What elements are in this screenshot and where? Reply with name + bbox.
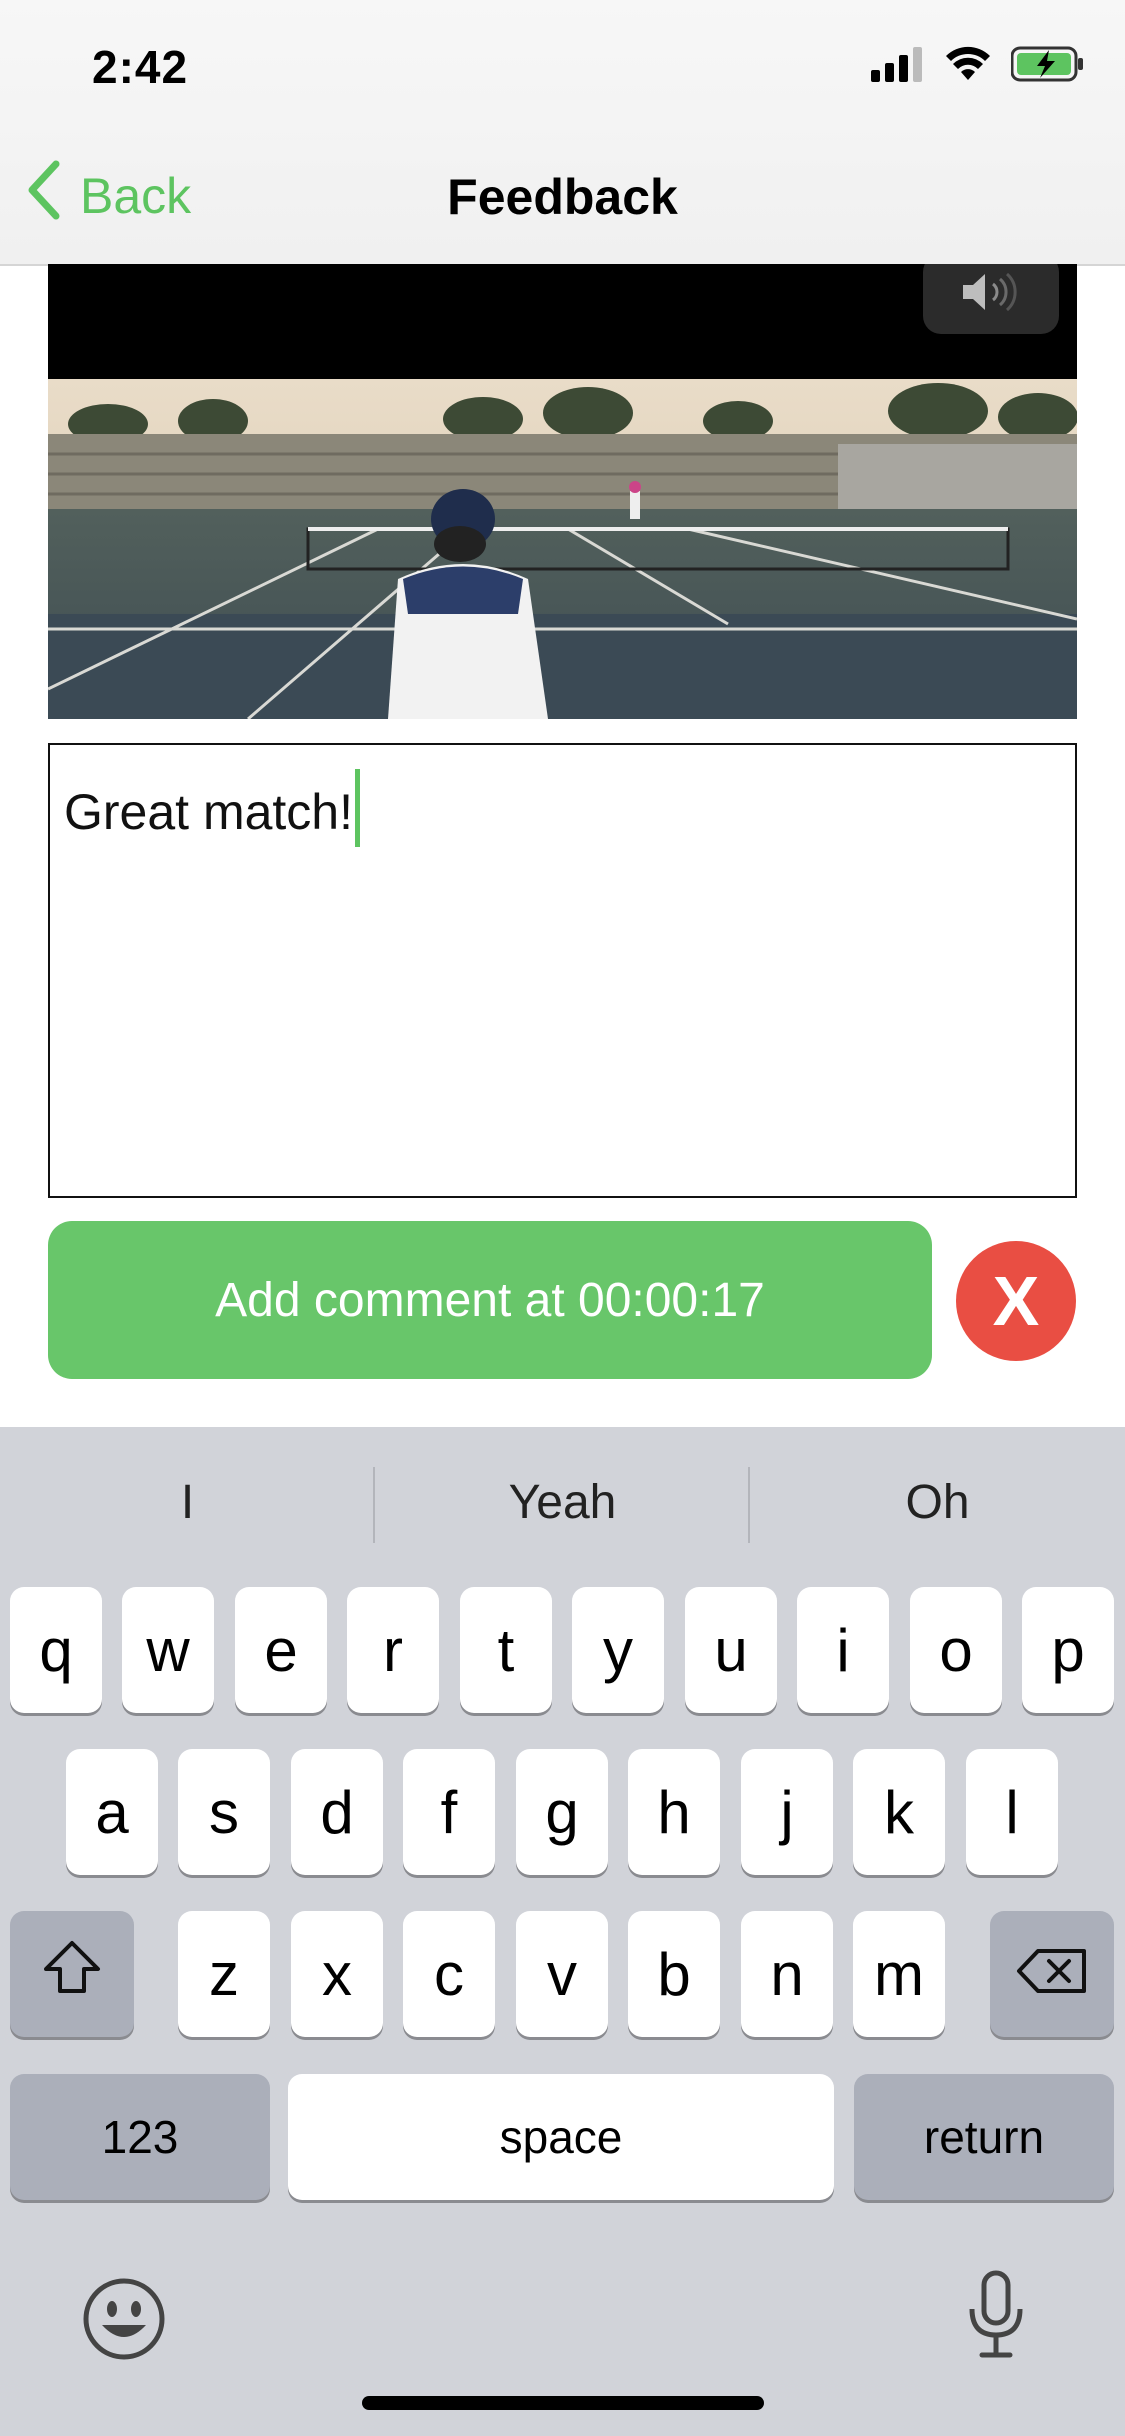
mute-button[interactable] xyxy=(923,264,1059,334)
key-s[interactable]: s xyxy=(178,1749,270,1875)
key-w[interactable]: w xyxy=(122,1587,214,1713)
video-frame-image xyxy=(48,379,1077,719)
suggestion-2[interactable]: Yeah xyxy=(375,1427,750,1577)
suggestion-1[interactable]: I xyxy=(0,1427,375,1577)
key-c[interactable]: c xyxy=(403,1911,495,2037)
key-h[interactable]: h xyxy=(628,1749,720,1875)
microphone-icon xyxy=(966,2270,1026,2365)
key-g[interactable]: g xyxy=(516,1749,608,1875)
shift-icon xyxy=(42,1939,102,2009)
shift-key[interactable] xyxy=(10,1911,134,2037)
key-v[interactable]: v xyxy=(516,1911,608,2037)
comment-text-wrapper: Great match! xyxy=(64,769,360,847)
home-indicator[interactable] xyxy=(362,2396,764,2410)
signal-icon xyxy=(871,46,925,87)
speaker-icon xyxy=(959,270,1023,319)
key-m[interactable]: m xyxy=(853,1911,945,2037)
key-o[interactable]: o xyxy=(910,1587,1002,1713)
suggestion-bar: I Yeah Oh xyxy=(0,1427,1125,1577)
key-e[interactable]: e xyxy=(235,1587,327,1713)
return-key[interactable]: return xyxy=(854,2074,1114,2200)
key-i[interactable]: i xyxy=(797,1587,889,1713)
key-d[interactable]: d xyxy=(291,1749,383,1875)
status-time: 2:42 xyxy=(92,41,189,93)
add-comment-button[interactable]: Add comment at 00:00:17 xyxy=(48,1221,932,1379)
space-key[interactable]: space xyxy=(288,2074,834,2200)
key-f[interactable]: f xyxy=(403,1749,495,1875)
cancel-comment-button[interactable]: X xyxy=(956,1241,1076,1361)
dictation-button[interactable] xyxy=(966,2269,1026,2366)
key-y[interactable]: y xyxy=(572,1587,664,1713)
key-q[interactable]: q xyxy=(10,1587,102,1713)
key-u[interactable]: u xyxy=(685,1587,777,1713)
keyboard: I Yeah Oh q w e r t y u i o p a s d f g … xyxy=(0,1427,1125,2436)
key-k[interactable]: k xyxy=(853,1749,945,1875)
key-l[interactable]: l xyxy=(966,1749,1058,1875)
suggestion-3[interactable]: Oh xyxy=(750,1427,1125,1577)
key-j[interactable]: j xyxy=(741,1749,833,1875)
video-player[interactable] xyxy=(48,264,1077,719)
key-a[interactable]: a xyxy=(66,1749,158,1875)
key-x[interactable]: x xyxy=(291,1911,383,2037)
key-n[interactable]: n xyxy=(741,1911,833,2037)
comment-value: Great match! xyxy=(64,784,353,840)
emoji-button[interactable] xyxy=(82,2277,166,2366)
wifi-icon xyxy=(945,46,991,87)
key-b[interactable]: b xyxy=(628,1911,720,2037)
battery-charging-icon xyxy=(1010,46,1085,87)
page-title: Feedback xyxy=(447,169,678,225)
numbers-key[interactable]: 123 xyxy=(10,2074,270,2200)
key-p[interactable]: p xyxy=(1022,1587,1114,1713)
backspace-key[interactable] xyxy=(990,1911,1114,2037)
key-z[interactable]: z xyxy=(178,1911,270,2037)
emoji-icon xyxy=(82,2278,166,2365)
comment-textarea[interactable]: Great match! xyxy=(48,743,1077,1198)
text-caret xyxy=(355,769,360,847)
key-r[interactable]: r xyxy=(347,1587,439,1713)
backspace-icon xyxy=(1016,1940,1088,2009)
top-bar: 2:42 Back Feedback xyxy=(0,0,1125,266)
key-t[interactable]: t xyxy=(460,1587,552,1713)
status-icons xyxy=(871,46,1085,87)
